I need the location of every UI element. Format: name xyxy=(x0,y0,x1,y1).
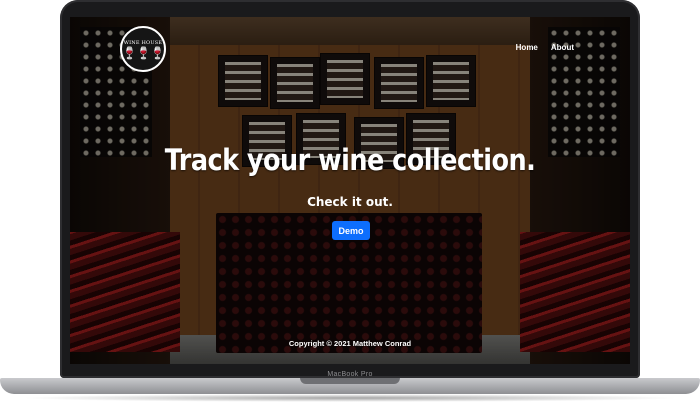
laptop-shadow xyxy=(20,394,680,402)
logo-text: WINE HOUSE xyxy=(123,39,163,46)
hero-title: Track your wine collection. xyxy=(164,143,536,177)
nav-about-link[interactable]: About xyxy=(551,43,574,52)
device-label: MacBook Pro xyxy=(327,371,373,378)
top-nav: Home About xyxy=(516,43,574,52)
laptop-notch xyxy=(300,378,400,384)
nav-home-link[interactable]: Home xyxy=(516,43,538,52)
site-logo[interactable]: WINE HOUSE 🍷🍷🍷 xyxy=(120,26,166,72)
hero-subtitle: Check it out. xyxy=(307,195,393,209)
footer-copyright: Copyright © 2021 Matthew Conrad xyxy=(288,339,412,348)
demo-button[interactable]: Demo xyxy=(332,221,370,240)
wine-bottles-icon: 🍷🍷🍷 xyxy=(122,45,165,60)
laptop-screen: WINE HOUSE 🍷🍷🍷 Home About Track your win… xyxy=(70,17,630,364)
